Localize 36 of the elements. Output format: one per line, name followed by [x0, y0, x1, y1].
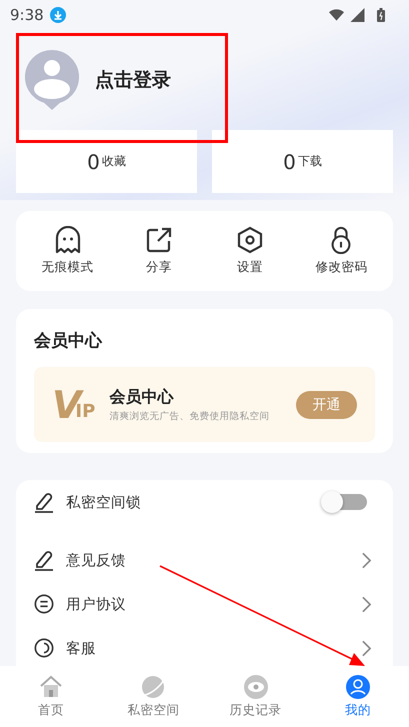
download-icon — [50, 7, 66, 23]
action-button[interactable]: 修改密码 — [301, 226, 382, 276]
chevron-right-icon[interactable] — [362, 596, 371, 612]
section-title: 会员中心 — [34, 330, 104, 352]
setting-label[interactable]: 用户协议 — [66, 594, 126, 614]
action-button[interactable]: 分享 — [118, 226, 199, 276]
nav-tab[interactable]: 历史记录 — [216, 674, 296, 718]
planet-icon — [141, 674, 166, 698]
eye-icon — [244, 674, 268, 698]
avatar-icon[interactable] — [25, 50, 79, 110]
nav-tab[interactable]: 私密空间 — [113, 674, 194, 718]
action-button[interactable]: 无痕模式 — [28, 226, 108, 276]
signal-icon — [350, 8, 365, 22]
wifi-icon — [329, 8, 344, 22]
home-icon — [39, 674, 64, 698]
settings-icon — [237, 226, 264, 254]
status-time: 9:38 — [10, 6, 44, 24]
nav-tab[interactable]: 我的 — [318, 674, 398, 718]
login-link[interactable]: 点击登录 — [95, 67, 171, 93]
chevron-right-icon[interactable] — [362, 640, 371, 656]
banner-subtitle: 清爽浏览无广告、免费使用隐私空间 — [109, 410, 270, 422]
battery-icon — [377, 8, 385, 22]
pencil-icon — [34, 549, 54, 571]
document-icon — [34, 593, 54, 615]
action-button[interactable]: 设置 — [210, 226, 290, 276]
headset-icon — [34, 637, 54, 659]
banner-title: 会员中心 — [109, 386, 175, 408]
share-icon — [146, 226, 172, 254]
setting-label[interactable]: 私密空间锁 — [66, 492, 141, 512]
nav-tab[interactable]: 首页 — [11, 674, 92, 718]
setting-label[interactable]: 客服 — [66, 638, 96, 658]
profile-icon — [346, 674, 370, 698]
ghost-icon — [54, 226, 81, 254]
chevron-right-icon[interactable] — [362, 552, 371, 568]
pencil-icon — [34, 491, 54, 513]
setting-label[interactable]: 意见反馈 — [66, 550, 126, 570]
